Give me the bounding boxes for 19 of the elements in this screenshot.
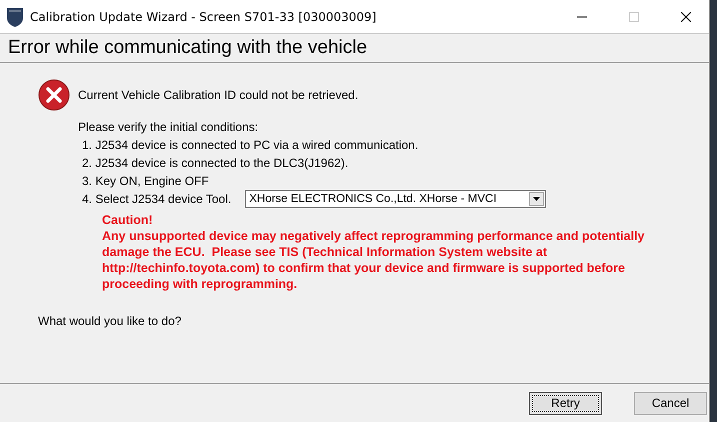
condition-text: 1. J2534 device is connected to PC via a wired communication.: [82, 138, 418, 152]
condition-text: 3. Key ON, Engine OFF: [82, 174, 209, 188]
dropdown-button[interactable]: [529, 192, 544, 206]
error-message: Current Vehicle Calibration ID could not be retrieved.: [78, 88, 358, 102]
window-title: Calibration Update Wizard - Screen S701-33 [030003009]: [30, 10, 378, 24]
dialog-button[interactable]: Cancel: [634, 392, 707, 414]
instructions-text: Please verify the initial conditions:: [78, 120, 260, 134]
question-text: What would you like to do?: [38, 314, 182, 328]
device-dropdown[interactable]: XHorse ELECTRONICS Co.,Ltd. XHorse - MVCI: [245, 190, 546, 208]
condition-text: 4. Select J2534 device Tool.: [82, 192, 232, 206]
caution-text: Any unsupported device may negatively affect reprogramming performance and potentially damage the ECU. Please see TIS (Technical Information System website at http://techinfo.toyota.com) to confirm that your device and firmware is supported before proceeding with reprogramming.: [102, 228, 646, 292]
error-icon: [38, 79, 70, 111]
caution-title: Caution!: [102, 213, 153, 227]
dialog-button[interactable]: Retry: [529, 392, 602, 414]
page-header: Error while communicating with the vehicle: [8, 37, 368, 59]
condition-text: 2. J2534 device is connected to the DLC3(J1962).: [82, 156, 348, 170]
close-icon[interactable]: [681, 12, 691, 22]
caret-icon: [533, 197, 540, 201]
app-logo-icon: [6, 6, 24, 26]
